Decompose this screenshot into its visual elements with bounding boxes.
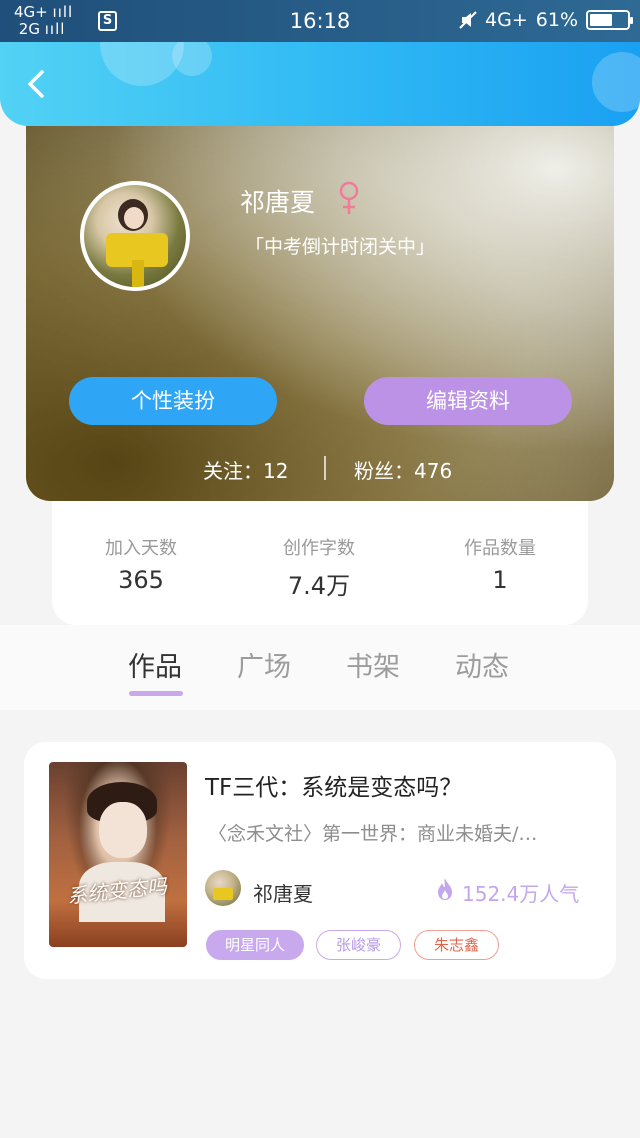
avatar-chair-shape bbox=[213, 888, 233, 900]
dress-up-button[interactable]: 个性装扮 bbox=[69, 377, 277, 425]
work-title[interactable]: TF三代：系统是变态吗？ bbox=[205, 768, 462, 802]
status-bar: 4G+ ııll 2G ııll S 16:18 4G+ 61% bbox=[0, 0, 640, 42]
back-chevron-icon[interactable] bbox=[18, 64, 58, 104]
active-tab-indicator bbox=[129, 691, 183, 696]
decor-bubble bbox=[592, 52, 640, 112]
followers-count[interactable]: 粉丝：476 bbox=[354, 455, 452, 484]
stat-label: 创作字数 bbox=[283, 538, 355, 559]
stat-value: 7.4万 bbox=[287, 572, 351, 600]
mute-icon bbox=[459, 11, 477, 29]
work-card[interactable]: 系统变态吗 TF三代：系统是变态吗？ 〈念禾文社〉第一世界：商业未婚夫/… 祁唐… bbox=[24, 742, 616, 979]
tab-works[interactable]: 作品 bbox=[128, 645, 182, 684]
avatar[interactable] bbox=[80, 181, 190, 291]
avatar-face-shape bbox=[124, 207, 144, 229]
female-icon bbox=[339, 181, 359, 214]
stat-label: 作品数量 bbox=[464, 538, 536, 559]
divider bbox=[324, 456, 326, 480]
bio: 「中考倒计时闭关中」 bbox=[245, 236, 436, 258]
decor-bubble bbox=[172, 42, 212, 76]
empty-area bbox=[0, 979, 640, 1138]
book-cover[interactable]: 系统变态吗 bbox=[49, 762, 187, 947]
cover-face-shape bbox=[99, 802, 147, 858]
tag-celebrity-fanfic[interactable]: 明星同人 bbox=[206, 930, 304, 960]
battery-icon bbox=[586, 10, 633, 30]
author-avatar[interactable] bbox=[205, 870, 241, 906]
decor-bubble bbox=[100, 42, 184, 86]
stat-label: 加入天数 bbox=[105, 538, 177, 559]
network-type-right: 4G+ bbox=[485, 9, 528, 31]
profile-card: 祁唐夏 「中考倒计时闭关中」 个性装扮 编辑资料 关注：12 粉丝：476 bbox=[26, 110, 614, 501]
following-count[interactable]: 关注：12 bbox=[203, 455, 288, 484]
work-description: 〈念禾文社〉第一世界：商业未婚夫/… bbox=[208, 823, 538, 845]
tag-zhu-zhixin[interactable]: 朱志鑫 bbox=[414, 930, 499, 960]
tab-moments[interactable]: 动态 bbox=[455, 645, 509, 684]
username: 祁唐夏 bbox=[240, 188, 316, 217]
author-name[interactable]: 祁唐夏 bbox=[253, 878, 313, 907]
stat-value: 1 bbox=[492, 566, 508, 594]
fire-icon bbox=[438, 878, 452, 900]
battery-fill bbox=[590, 14, 612, 26]
avatar-pole-shape bbox=[132, 260, 144, 287]
follow-stats: 关注：12 粉丝：476 bbox=[26, 453, 614, 483]
tab-bar: 作品 广场 书架 动态 bbox=[0, 625, 640, 710]
tab-plaza[interactable]: 广场 bbox=[237, 645, 291, 684]
stat-word-count: 创作字数 7.4万 bbox=[239, 534, 399, 601]
stats-card: 加入天数 365 创作字数 7.4万 作品数量 1 bbox=[52, 480, 588, 625]
stat-join-days: 加入天数 365 bbox=[61, 534, 221, 594]
popularity-count: 152.4万人气 bbox=[462, 882, 580, 906]
tag-zhang-junhao[interactable]: 张峻豪 bbox=[316, 930, 401, 960]
top-header bbox=[0, 42, 640, 126]
edit-profile-button[interactable]: 编辑资料 bbox=[364, 377, 572, 425]
battery-percent: 61% bbox=[535, 9, 578, 31]
tab-bookshelf[interactable]: 书架 bbox=[346, 645, 400, 684]
stat-value: 365 bbox=[118, 566, 164, 594]
stat-works-count: 作品数量 1 bbox=[420, 534, 580, 594]
